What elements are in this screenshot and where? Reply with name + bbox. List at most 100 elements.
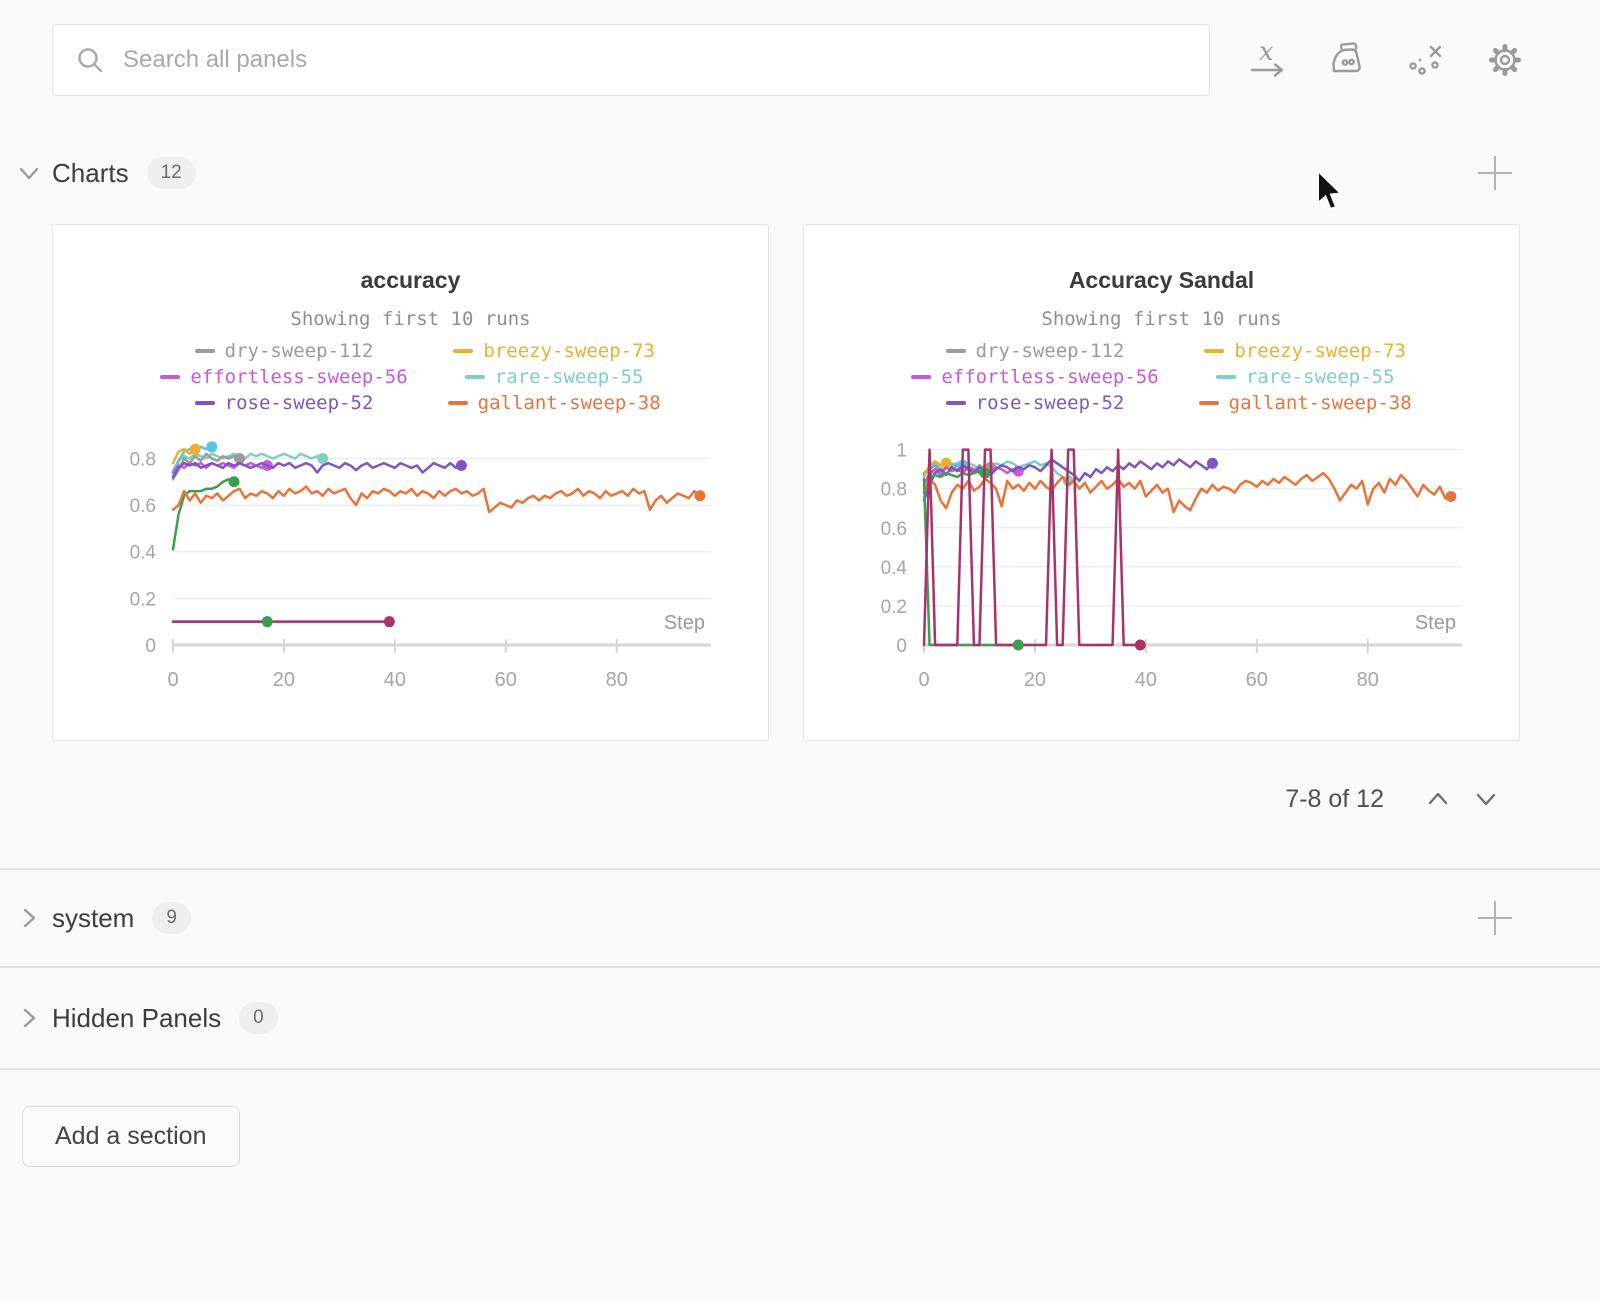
legend-label: gallant-sweep-38 <box>478 392 661 414</box>
legend-swatch <box>946 349 966 353</box>
legend-label: rare-sweep-55 <box>1246 366 1395 388</box>
system-count-badge: 9 <box>152 902 191 934</box>
hidden-panels-section-title: Hidden Panels <box>52 1003 221 1034</box>
charts-section-header: Charts 12 <box>16 148 1514 198</box>
legend-item[interactable]: rose-sweep-52 <box>911 390 1158 416</box>
x-axis-icon[interactable]: x <box>1244 37 1290 83</box>
svg-text:0: 0 <box>896 636 907 657</box>
svg-text:20: 20 <box>273 669 295 691</box>
legend-label: breezy-sweep-73 <box>483 340 655 362</box>
svg-text:Step: Step <box>1415 612 1456 634</box>
legend-swatch <box>1204 349 1224 353</box>
svg-text:40: 40 <box>1135 669 1157 691</box>
legend-swatch <box>195 349 215 353</box>
legend-swatch <box>465 375 485 379</box>
top-bar: x <box>52 24 1550 96</box>
svg-text:0.2: 0.2 <box>130 589 156 610</box>
legend-item[interactable]: dry-sweep-112 <box>160 338 407 364</box>
chart-plot[interactable]: 0 0.2 0.4 0.6 0.8 1 0 20 40 60 80 Step <box>804 420 1519 712</box>
chart-panel[interactable]: Accuracy Sandal Showing first 10 runs dr… <box>803 224 1520 741</box>
legend-item[interactable]: breezy-sweep-73 <box>448 338 661 364</box>
legend-label: gallant-sweep-38 <box>1229 392 1412 414</box>
chevron-right-icon[interactable] <box>16 1005 42 1031</box>
legend-swatch <box>946 401 966 405</box>
charts-grid: accuracy Showing first 10 runs dry-sweep… <box>52 224 1520 741</box>
chevron-up-icon[interactable] <box>1420 781 1456 817</box>
settings-gear-icon[interactable] <box>1482 37 1528 83</box>
legend-item[interactable]: rare-sweep-55 <box>448 364 661 390</box>
chart-title: Accuracy Sandal <box>804 267 1519 299</box>
legend-label: dry-sweep-112 <box>225 340 374 362</box>
legend-label: dry-sweep-112 <box>976 340 1125 362</box>
svg-text:0.8: 0.8 <box>130 449 156 470</box>
chart-subtitle: Showing first 10 runs <box>53 308 768 332</box>
svg-text:0.6: 0.6 <box>130 496 156 517</box>
legend-item[interactable]: effortless-sweep-56 <box>911 364 1158 390</box>
legend-item[interactable]: dry-sweep-112 <box>911 338 1158 364</box>
system-section-title: system <box>52 903 134 934</box>
legend-label: effortless-sweep-56 <box>190 366 407 388</box>
svg-text:0: 0 <box>167 669 178 691</box>
svg-text:60: 60 <box>495 669 517 691</box>
legend-swatch <box>911 375 931 379</box>
legend-label: breezy-sweep-73 <box>1234 340 1406 362</box>
legend-swatch <box>453 349 473 353</box>
search-icon <box>75 45 105 75</box>
svg-text:Step: Step <box>664 612 705 634</box>
legend-item[interactable]: gallant-sweep-38 <box>448 390 661 416</box>
svg-text:80: 80 <box>606 669 628 691</box>
chart-title: accuracy <box>53 267 768 299</box>
legend-item[interactable]: effortless-sweep-56 <box>160 364 407 390</box>
chevron-down-icon[interactable] <box>16 160 42 186</box>
svg-text:80: 80 <box>1357 669 1379 691</box>
legend-label: rare-sweep-55 <box>495 366 644 388</box>
svg-text:0: 0 <box>918 669 929 691</box>
add-section-button[interactable]: Add a section <box>22 1106 240 1167</box>
svg-text:x: x <box>1259 38 1274 67</box>
charts-section-title: Charts <box>52 158 129 189</box>
chart-plot[interactable]: 0 0.2 0.4 0.6 0.8 0 20 40 60 80 Step <box>53 420 768 712</box>
legend-swatch <box>160 375 180 379</box>
remove-outliers-icon[interactable] <box>1403 37 1449 83</box>
add-panel-plus-icon[interactable] <box>1476 899 1514 937</box>
smoothing-iron-icon[interactable] <box>1323 37 1369 83</box>
svg-text:0.2: 0.2 <box>881 597 907 618</box>
svg-text:20: 20 <box>1024 669 1046 691</box>
legend-label: rose-sweep-52 <box>976 392 1125 414</box>
hidden-panels-section-header: Hidden Panels 0 <box>16 968 1514 1068</box>
search-box[interactable] <box>52 24 1210 96</box>
pagination-range-label: 7-8 of 12 <box>1285 785 1384 814</box>
legend-swatch <box>448 401 468 405</box>
legend-label: effortless-sweep-56 <box>941 366 1158 388</box>
svg-text:0.4: 0.4 <box>130 543 157 564</box>
add-panel-plus-icon[interactable] <box>1476 154 1514 192</box>
chart-legend: dry-sweep-112 breezy-sweep-73 effortless-s… <box>53 338 768 416</box>
legend-swatch <box>1199 401 1219 405</box>
pagination: 7-8 of 12 <box>0 775 1600 823</box>
svg-text:0.6: 0.6 <box>881 519 907 540</box>
svg-text:40: 40 <box>384 669 406 691</box>
legend-item[interactable]: rare-sweep-55 <box>1199 364 1412 390</box>
legend-item[interactable]: rose-sweep-52 <box>160 390 407 416</box>
panel-toolbar: x <box>1210 37 1550 83</box>
divider <box>0 1068 1600 1070</box>
charts-count-badge: 12 <box>147 157 196 189</box>
system-section-header: system 9 <box>16 870 1514 966</box>
chart-subtitle: Showing first 10 runs <box>804 308 1519 332</box>
legend-swatch <box>195 401 215 405</box>
search-input[interactable] <box>123 46 1187 74</box>
legend-item[interactable]: gallant-sweep-38 <box>1199 390 1412 416</box>
svg-text:60: 60 <box>1246 669 1268 691</box>
svg-text:1: 1 <box>896 441 907 462</box>
chevron-down-icon[interactable] <box>1468 781 1504 817</box>
legend-swatch <box>1216 375 1236 379</box>
chart-legend: dry-sweep-112 breezy-sweep-73 effortless-s… <box>804 338 1519 416</box>
svg-text:0.8: 0.8 <box>881 480 907 501</box>
legend-item[interactable]: breezy-sweep-73 <box>1199 338 1412 364</box>
legend-label: rose-sweep-52 <box>225 392 374 414</box>
svg-text:0: 0 <box>145 636 156 657</box>
svg-text:0.4: 0.4 <box>881 558 908 579</box>
chevron-right-icon[interactable] <box>16 905 42 931</box>
chart-panel[interactable]: accuracy Showing first 10 runs dry-sweep… <box>52 224 769 741</box>
hidden-panels-count-badge: 0 <box>239 1002 278 1034</box>
